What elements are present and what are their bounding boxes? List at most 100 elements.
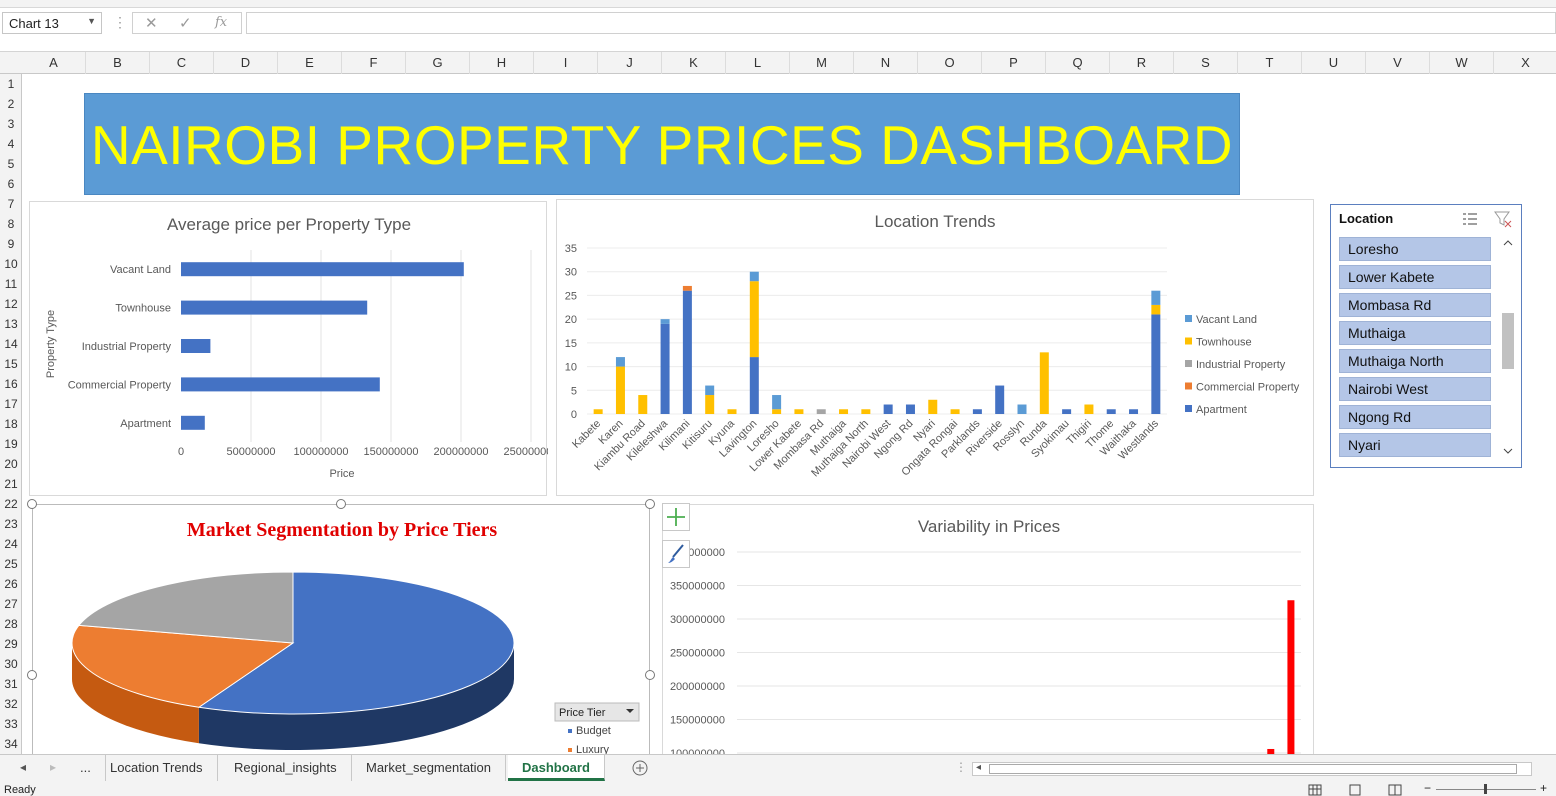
column-header[interactable]: F	[342, 52, 406, 74]
row-header[interactable]: 13	[0, 314, 22, 334]
cancel-icon[interactable]: ✕	[145, 14, 158, 32]
stacked-bar-segment[interactable]	[950, 409, 960, 414]
column-header[interactable]: O	[918, 52, 982, 74]
stacked-bar-segment[interactable]	[772, 395, 782, 410]
stacked-bar-segment[interactable]	[928, 399, 938, 414]
row-header[interactable]: 28	[0, 614, 22, 634]
slicer-item[interactable]: Lower Kabete	[1339, 265, 1491, 289]
stacked-bar-segment[interactable]	[772, 409, 782, 414]
row-header[interactable]: 31	[0, 674, 22, 694]
stacked-bar-segment[interactable]	[660, 319, 670, 324]
stacked-bar-segment[interactable]	[1084, 404, 1094, 414]
chevron-down-icon[interactable]: ▼	[87, 16, 96, 26]
stacked-bar-segment[interactable]	[1129, 409, 1139, 414]
stacked-bar-segment[interactable]	[593, 409, 603, 414]
stacked-bar-segment[interactable]	[1151, 290, 1161, 305]
row-header[interactable]: 3	[0, 114, 22, 134]
column-header[interactable]: N	[854, 52, 918, 74]
column-header[interactable]: J	[598, 52, 662, 74]
row-header[interactable]: 6	[0, 174, 22, 194]
row-header[interactable]: 14	[0, 334, 22, 354]
row-header[interactable]: 27	[0, 594, 22, 614]
column-header[interactable]: M	[790, 52, 854, 74]
location-trends-chart[interactable]: Location Trends 35 30 25 20 15 10 5 0 Kabete Karen…	[556, 199, 1314, 496]
stacked-bar-segment[interactable]	[794, 409, 804, 414]
row-header[interactable]: 11	[0, 274, 22, 294]
row-header[interactable]: 5	[0, 154, 22, 174]
row-header[interactable]: 4	[0, 134, 22, 154]
stacked-bar-segment[interactable]	[839, 409, 849, 414]
stacked-bar-segment[interactable]	[1062, 409, 1072, 414]
function-icon[interactable]: fx	[215, 15, 227, 30]
horizontal-scrollbar[interactable]: ◂	[972, 762, 1532, 776]
stacked-bar-segment[interactable]	[972, 409, 982, 414]
check-icon[interactable]: ✓	[179, 14, 192, 32]
row-header[interactable]: 34	[0, 734, 22, 754]
scroll-thumb[interactable]	[989, 764, 1517, 774]
slicer-item[interactable]: Muthaiga North	[1339, 349, 1491, 373]
column-header[interactable]: B	[86, 52, 150, 74]
column-header[interactable]: R	[1110, 52, 1174, 74]
column-header[interactable]: G	[406, 52, 470, 74]
column-header[interactable]: D	[214, 52, 278, 74]
worksheet[interactable]: NAIROBI PROPERTY PRICES DASHBOARD Averag…	[22, 74, 1556, 754]
row-header[interactable]: 1	[0, 74, 22, 94]
add-sheet-icon[interactable]	[632, 760, 648, 776]
column-header[interactable]: V	[1366, 52, 1430, 74]
zoom-out-icon[interactable]: −	[1424, 782, 1431, 794]
row-header[interactable]: 22	[0, 494, 22, 514]
slicer-item[interactable]: Ngong Rd	[1339, 405, 1491, 429]
column-header[interactable]: H	[470, 52, 534, 74]
location-slicer[interactable]: Location Loresho Lower Kabete Mombasa Rd Mu…	[1330, 204, 1522, 468]
slicer-item[interactable]: Muthaiga	[1339, 321, 1491, 345]
variability-chart[interactable]: Variability in Prices 400000000 350000000 3…	[662, 504, 1314, 754]
stacked-bar-segment[interactable]	[615, 366, 625, 414]
stacked-bar-segment[interactable]	[1039, 352, 1049, 414]
column-header[interactable]: U	[1302, 52, 1366, 74]
row-header[interactable]: 15	[0, 354, 22, 374]
stacked-bar-segment[interactable]	[883, 404, 893, 414]
slicer-item[interactable]: Nyari	[1339, 433, 1491, 457]
name-box[interactable]: Chart 13 ▼	[2, 12, 102, 34]
row-header[interactable]: 8	[0, 214, 22, 234]
column-header[interactable]: K	[662, 52, 726, 74]
stacked-bar-segment[interactable]	[727, 409, 737, 414]
chart-styles-button[interactable]	[662, 540, 690, 568]
stacked-bar-segment[interactable]	[1151, 314, 1161, 414]
slicer-item[interactable]: Loresho	[1339, 237, 1491, 261]
scroll-left-icon[interactable]: ◂	[976, 762, 981, 773]
zoom-in-icon[interactable]: +	[1540, 782, 1547, 794]
row-header[interactable]: 10	[0, 254, 22, 274]
row-header[interactable]: 29	[0, 634, 22, 654]
column-header[interactable]: W	[1430, 52, 1494, 74]
stacked-bar-segment[interactable]	[705, 395, 715, 414]
stacked-bar-segment[interactable]	[682, 290, 692, 414]
column-header[interactable]: Q	[1046, 52, 1110, 74]
row-header[interactable]: 21	[0, 474, 22, 494]
multi-select-icon[interactable]	[1461, 211, 1479, 227]
row-header[interactable]: 19	[0, 434, 22, 454]
column-header[interactable]: E	[278, 52, 342, 74]
clear-filter-icon[interactable]	[1493, 210, 1513, 228]
row-header[interactable]: 32	[0, 694, 22, 714]
page-layout-icon[interactable]	[1348, 784, 1362, 796]
stacked-bar-segment[interactable]	[1151, 304, 1161, 315]
bar[interactable]	[181, 300, 368, 315]
row-header[interactable]: 7	[0, 194, 22, 214]
row-header[interactable]: 2	[0, 94, 22, 114]
slicer-item[interactable]: Mombasa Rd	[1339, 293, 1491, 317]
sheet-tab[interactable]: Regional_insights	[220, 755, 352, 781]
tab-scroll-left-icon[interactable]: ◂	[20, 760, 26, 774]
column-header[interactable]: C	[150, 52, 214, 74]
bar[interactable]	[181, 262, 464, 277]
row-header[interactable]: 16	[0, 374, 22, 394]
stacked-bar-segment[interactable]	[995, 385, 1005, 414]
stacked-bar-segment[interactable]	[660, 323, 670, 414]
stacked-bar-segment[interactable]	[816, 409, 826, 414]
chart-elements-button[interactable]	[662, 503, 690, 531]
tab-splitter-icon[interactable]: ⋮	[955, 760, 967, 774]
dashboard-banner[interactable]: NAIROBI PROPERTY PRICES DASHBOARD	[84, 93, 1240, 195]
column-header[interactable]: I	[534, 52, 598, 74]
row-header[interactable]: 17	[0, 394, 22, 414]
stacked-bar-segment[interactable]	[861, 409, 871, 414]
